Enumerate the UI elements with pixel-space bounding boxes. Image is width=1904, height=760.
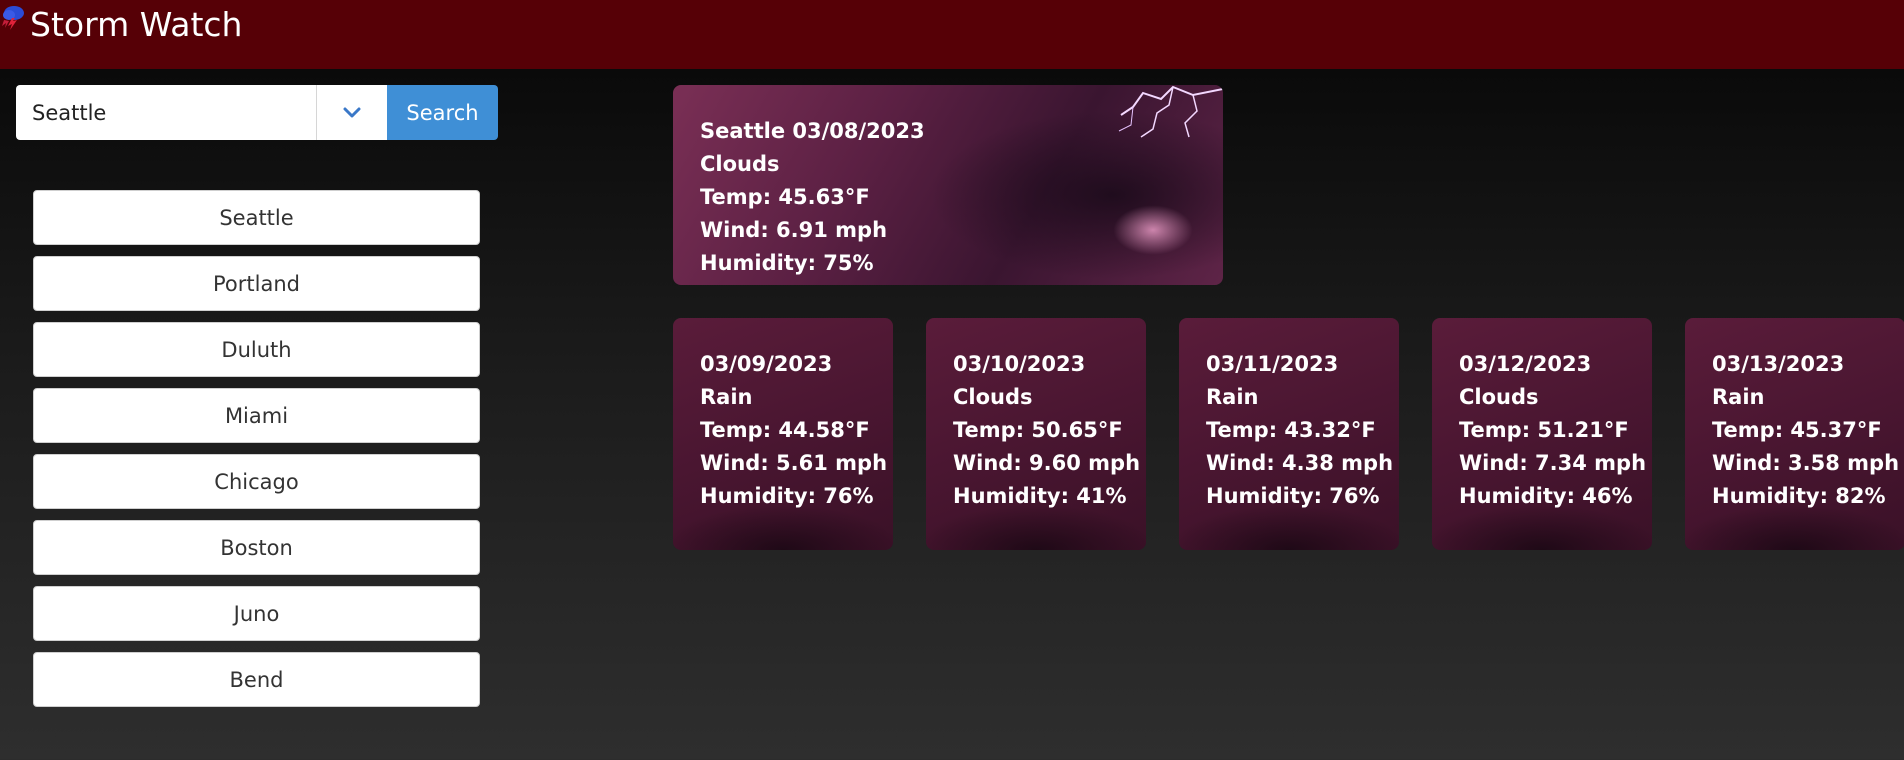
chevron-down-icon (343, 107, 361, 117)
forecast-date: 03/13/2023 (1712, 352, 1845, 376)
forecast-humidity: Humidity: 41% (953, 484, 1127, 508)
forecast-card: 03/11/2023 Rain Temp: 43.32°F Wind: 4.38… (1179, 318, 1399, 550)
forecast-temp: Temp: 43.32°F (1206, 418, 1376, 442)
forecast-condition: Rain (1206, 385, 1259, 409)
forecast-temp: Temp: 45.37°F (1712, 418, 1882, 442)
forecast-date: 03/12/2023 (1459, 352, 1592, 376)
forecast-humidity: Humidity: 82% (1712, 484, 1886, 508)
history-city-button[interactable]: Miami (33, 388, 480, 443)
forecast-condition: Rain (700, 385, 753, 409)
history-city-button[interactable]: Chicago (33, 454, 480, 509)
forecast-wind: Wind: 3.58 mph (1712, 451, 1900, 475)
app-title: Storm Watch (30, 5, 243, 44)
history-city-button[interactable]: Bend (33, 652, 480, 707)
forecast-card: 03/09/2023 Rain Temp: 44.58°F Wind: 5.61… (673, 318, 893, 550)
forecast-humidity: Humidity: 76% (1206, 484, 1380, 508)
forecast-card: 03/10/2023 Clouds Temp: 50.65°F Wind: 9.… (926, 318, 1146, 550)
forecast-card: 03/12/2023 Clouds Temp: 51.21°F Wind: 7.… (1432, 318, 1652, 550)
history-city-button[interactable]: Boston (33, 520, 480, 575)
current-weather-card: Seattle 03/08/2023 Clouds Temp: 45.63°F … (673, 85, 1223, 285)
history-city-button[interactable]: Duluth (33, 322, 480, 377)
forecast-humidity: Humidity: 76% (700, 484, 874, 508)
history-city-button[interactable]: Juno (33, 586, 480, 641)
forecast-wind: Wind: 4.38 mph (1206, 451, 1394, 475)
forecast-temp: Temp: 44.58°F (700, 418, 870, 442)
forecast-condition: Clouds (1459, 385, 1539, 409)
city-dropdown-toggle[interactable] (316, 85, 387, 140)
forecast-wind: Wind: 7.34 mph (1459, 451, 1647, 475)
city-search-input[interactable] (16, 85, 316, 140)
history-city-button[interactable]: Seattle (33, 190, 480, 245)
forecast-wind: Wind: 9.60 mph (953, 451, 1141, 475)
app-header: Storm Watch (0, 0, 1904, 69)
storm-logo-icon (2, 6, 24, 30)
forecast-condition: Rain (1712, 385, 1765, 409)
forecast-temp: Temp: 51.21°F (1459, 418, 1629, 442)
forecast-date: 03/10/2023 (953, 352, 1086, 376)
search-history-list: Seattle Portland Duluth Miami Chicago Bo… (33, 190, 480, 718)
forecast-wind: Wind: 5.61 mph (700, 451, 888, 475)
forecast-condition: Clouds (953, 385, 1033, 409)
search-button[interactable]: Search (387, 85, 498, 140)
history-city-button[interactable]: Portland (33, 256, 480, 311)
forecast-date: 03/09/2023 (700, 352, 833, 376)
forecast-temp: Temp: 50.65°F (953, 418, 1123, 442)
forecast-date: 03/11/2023 (1206, 352, 1339, 376)
forecast-card: 03/13/2023 Rain Temp: 45.37°F Wind: 3.58… (1685, 318, 1904, 550)
storm-glow (1113, 205, 1193, 255)
lightning-image (1118, 85, 1223, 138)
forecast-humidity: Humidity: 46% (1459, 484, 1633, 508)
